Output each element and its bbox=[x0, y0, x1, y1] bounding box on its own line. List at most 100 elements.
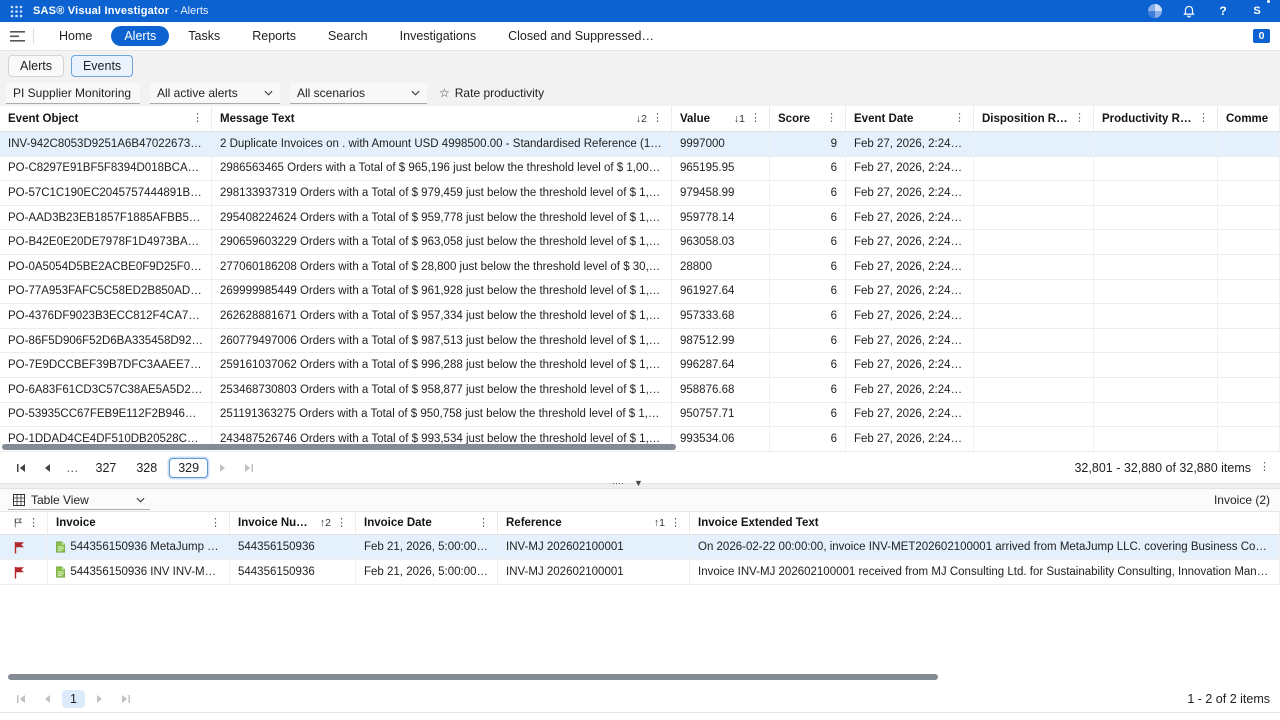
kebab-menu-icon[interactable]: ⋮ bbox=[670, 518, 681, 529]
table-row[interactable]: PO-7E9DCCBEF39B7DFC3AAEE785FB 2591610370… bbox=[0, 353, 1280, 378]
reference-cell: INV-MJ 202602100001 bbox=[506, 566, 624, 578]
rate-productivity-button[interactable]: ☆ Rate productivity bbox=[439, 86, 544, 100]
page-button-327[interactable]: 327 bbox=[88, 459, 125, 477]
event-date-cell: Feb 27, 2026, 2:24:48 AM bbox=[854, 162, 965, 174]
column-header-score[interactable]: Score⋮ bbox=[770, 106, 846, 131]
last-page-button[interactable] bbox=[238, 458, 260, 478]
table-row[interactable]: PO-0A5054D5BE2ACBE0F9D25F02DB 2770601862… bbox=[0, 255, 1280, 280]
workspace-select[interactable]: PI Supplier Monitoring bbox=[6, 83, 140, 104]
horizontal-scrollbar[interactable] bbox=[2, 444, 676, 450]
invoice-row[interactable]: 544356150936 INV INV-MJ 2… 544356150936 … bbox=[0, 560, 1280, 585]
nav-item[interactable]: Reports bbox=[239, 26, 309, 46]
splitter-handle[interactable]: ···· ▼ bbox=[612, 478, 643, 488]
table-row[interactable]: PO-86F5D906F52D6BA335458D9221 2607794970… bbox=[0, 329, 1280, 354]
kebab-menu-icon[interactable]: ⋮ bbox=[652, 113, 663, 124]
column-header-invoice-date[interactable]: Invoice Date⋮ bbox=[356, 512, 498, 534]
column-header-value[interactable]: Value↓1⋮ bbox=[672, 106, 770, 131]
panel-splitter[interactable]: ···· ▼ bbox=[0, 483, 1280, 489]
entity-tab-invoice[interactable]: Invoice (2) bbox=[1214, 493, 1272, 507]
notification-count-badge[interactable]: 0 bbox=[1253, 29, 1270, 43]
kebab-menu-icon[interactable]: ⋮ bbox=[336, 518, 347, 529]
column-header-flag[interactable]: ⋮ bbox=[0, 512, 48, 534]
comments-cell bbox=[1218, 329, 1280, 353]
column-header-message-text[interactable]: Message Text↓2⋮ bbox=[212, 106, 672, 131]
column-header-event-date[interactable]: Event Date⋮ bbox=[846, 106, 974, 131]
red-flag-icon[interactable] bbox=[14, 541, 25, 554]
nav-item[interactable]: Investigations bbox=[387, 26, 489, 46]
score-cell: 6 bbox=[831, 359, 837, 371]
page-button-328[interactable]: 328 bbox=[128, 459, 165, 477]
sync-status-icon[interactable] bbox=[1146, 2, 1164, 20]
drag-dots-icon: ···· bbox=[612, 478, 624, 488]
sort-indicator: ↑1 bbox=[654, 517, 665, 529]
event-date-cell: Feb 27, 2026, 2:24:08 AM bbox=[854, 187, 965, 199]
kebab-menu-icon[interactable]: ⋮ bbox=[28, 518, 39, 529]
view-mode-select[interactable]: Table View bbox=[8, 491, 150, 510]
nav-item[interactable]: Closed and Suppressed… bbox=[495, 26, 667, 46]
first-page-button[interactable] bbox=[10, 689, 32, 709]
invoice-link[interactable]: 544356150936 MetaJump LL… bbox=[70, 541, 221, 553]
table-row[interactable]: PO-77A953FAFC5C58ED2B850ADE35 2699999854… bbox=[0, 280, 1280, 305]
kebab-menu-icon[interactable]: ⋮ bbox=[192, 113, 203, 124]
column-header-productivity-rating[interactable]: Productivity Rating⋮ bbox=[1094, 106, 1218, 131]
last-page-button[interactable] bbox=[115, 689, 137, 709]
invoice-number-cell: 544356150936 bbox=[238, 566, 315, 578]
invoice-row[interactable]: 544356150936 MetaJump LL… 544356150936 F… bbox=[0, 535, 1280, 560]
kebab-menu-icon[interactable]: ⋮ bbox=[954, 113, 965, 124]
productivity-rating-cell bbox=[1094, 280, 1218, 304]
detail-scroll-area bbox=[0, 672, 1280, 685]
column-header-disposition-reason[interactable]: Disposition Reason⋮ bbox=[974, 106, 1094, 131]
page-button-329-current[interactable]: 329 bbox=[169, 458, 208, 478]
previous-page-button[interactable] bbox=[36, 689, 58, 709]
notifications-bell-icon[interactable] bbox=[1180, 2, 1198, 20]
nav-item[interactable]: Tasks bbox=[175, 26, 233, 46]
table-row[interactable]: PO-AAD3B23EB1857F1885AFBB5C82 2954082246… bbox=[0, 206, 1280, 231]
invoice-table-body: 544356150936 MetaJump LL… 544356150936 F… bbox=[0, 535, 1280, 585]
column-header-invoice[interactable]: Invoice⋮ bbox=[48, 512, 230, 534]
app-launcher-icon[interactable] bbox=[10, 5, 23, 18]
red-flag-icon[interactable] bbox=[14, 566, 25, 579]
first-page-button[interactable] bbox=[10, 458, 32, 478]
table-row[interactable]: PO-B42E0E20DE7978F1D4973BA42D 2906596032… bbox=[0, 230, 1280, 255]
table-row[interactable]: PO-57C1C190EC2045757444891B9A 2981339373… bbox=[0, 181, 1280, 206]
column-header-invoice-number[interactable]: Invoice Number↑2⋮ bbox=[230, 512, 356, 534]
previous-page-button[interactable] bbox=[36, 458, 58, 478]
help-icon[interactable]: ? bbox=[1214, 2, 1232, 20]
scenario-filter-select[interactable]: All scenarios bbox=[290, 83, 427, 104]
column-header-comments[interactable]: Comme bbox=[1218, 106, 1280, 131]
collapse-caret-icon[interactable]: ▼ bbox=[634, 478, 643, 488]
collapse-menu-icon[interactable] bbox=[10, 31, 25, 42]
next-page-button[interactable] bbox=[212, 458, 234, 478]
invoice-link[interactable]: 544356150936 INV INV-MJ 2… bbox=[70, 566, 221, 578]
table-row[interactable]: INV-942C8053D9251A6B470226732D 2 Duplica… bbox=[0, 132, 1280, 157]
disposition-reason-cell bbox=[974, 353, 1094, 377]
kebab-menu-icon[interactable]: ⋮ bbox=[478, 518, 489, 529]
nav-item[interactable]: Home bbox=[46, 26, 105, 46]
tab-events[interactable]: Events bbox=[71, 55, 133, 77]
pagination-kebab-menu-icon[interactable]: ⋮ bbox=[1259, 462, 1270, 473]
value-cell: 957333.68 bbox=[680, 310, 734, 322]
invoice-pagination: 1 1 - 2 of 2 items bbox=[0, 685, 1280, 713]
table-row[interactable]: PO-4376DF9023B3ECC812F4CA7D53 2626288816… bbox=[0, 304, 1280, 329]
alert-filter-select[interactable]: All active alerts bbox=[150, 83, 280, 104]
kebab-menu-icon[interactable]: ⋮ bbox=[210, 518, 221, 529]
user-avatar[interactable]: S bbox=[1248, 2, 1266, 20]
table-row[interactable]: PO-C8297E91BF5F8394D018BCA755 2986563465… bbox=[0, 157, 1280, 182]
column-header-invoice-extended-text[interactable]: Invoice Extended Text bbox=[690, 512, 1280, 534]
horizontal-scrollbar[interactable] bbox=[8, 674, 938, 680]
next-page-button[interactable] bbox=[89, 689, 111, 709]
table-row[interactable]: PO-6A83F61CD3C57C38AE5A5D2B4F 2534687308… bbox=[0, 378, 1280, 403]
kebab-menu-icon[interactable]: ⋮ bbox=[1074, 113, 1085, 124]
kebab-menu-icon[interactable]: ⋮ bbox=[1198, 113, 1209, 124]
kebab-menu-icon[interactable]: ⋮ bbox=[826, 113, 837, 124]
event-date-cell: Feb 27, 2026, 2:24:50 AM bbox=[854, 212, 965, 224]
tab-alerts[interactable]: Alerts bbox=[8, 55, 64, 77]
nav-item[interactable]: Alerts bbox=[111, 26, 169, 46]
kebab-menu-icon[interactable]: ⋮ bbox=[750, 113, 761, 124]
table-row[interactable]: PO-53935CC67FEB9E112F2B946E62 2511913632… bbox=[0, 403, 1280, 428]
nav-item[interactable]: Search bbox=[315, 26, 381, 46]
score-cell: 6 bbox=[831, 261, 837, 273]
column-header-event-object[interactable]: Event Object⋮ bbox=[0, 106, 212, 131]
column-header-reference[interactable]: Reference↑1⋮ bbox=[498, 512, 690, 534]
page-button-1-current[interactable]: 1 bbox=[62, 690, 85, 708]
